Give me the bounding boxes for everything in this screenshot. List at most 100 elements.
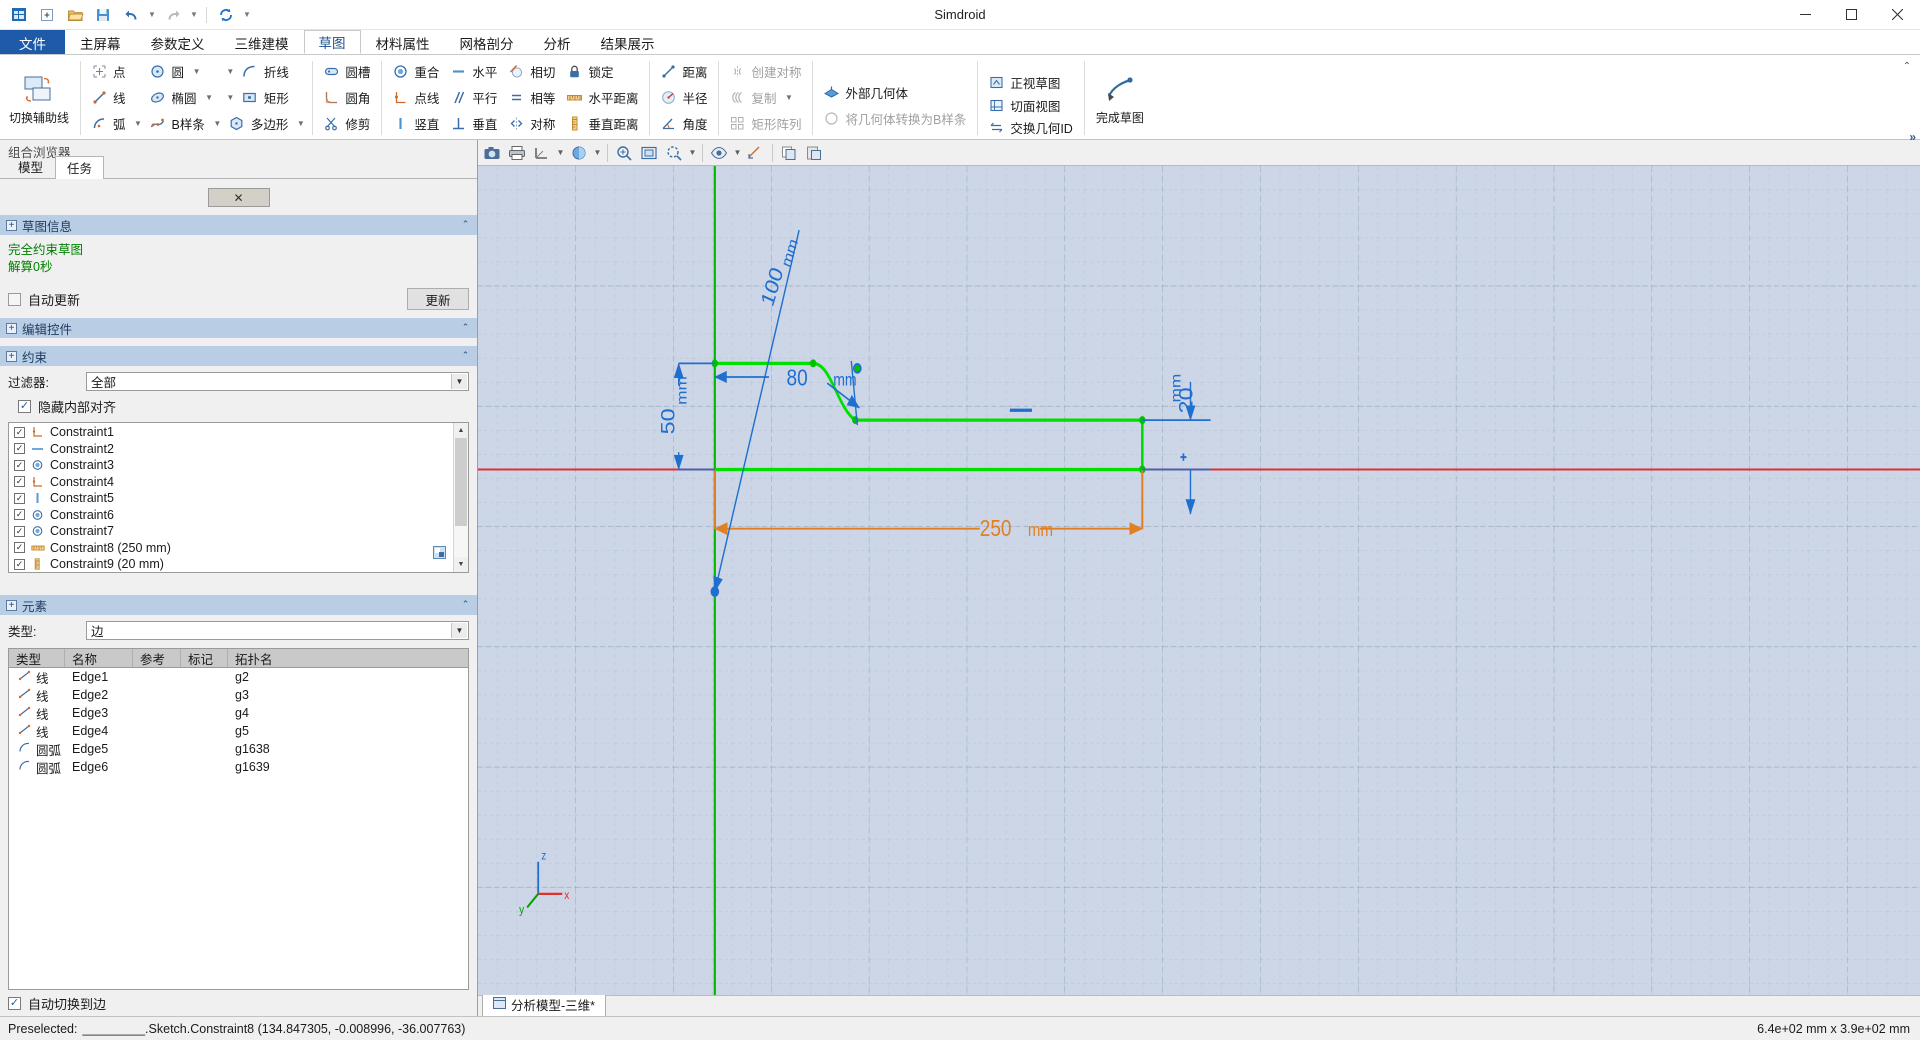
- constraint-horizontal-button[interactable]: 水平: [445, 58, 503, 84]
- undo-button[interactable]: [118, 3, 144, 27]
- zoom-fit-icon[interactable]: [612, 141, 636, 165]
- dimension-angle-button[interactable]: 角度: [655, 110, 713, 136]
- external-geometry-button[interactable]: 外部几何体: [818, 79, 972, 105]
- table-row[interactable]: 圆弧 Edge5 g1638: [9, 740, 468, 758]
- draw-ellipse-button[interactable]: 椭圆: [145, 84, 203, 110]
- list-item[interactable]: ✓ Constraint2: [9, 441, 453, 458]
- front-view-sketch-button[interactable]: 正视草图: [983, 71, 1079, 94]
- table-row[interactable]: 线 Edge1 g2: [9, 668, 468, 686]
- list-item[interactable]: ✓ Constraint8 (250 mm): [9, 540, 453, 557]
- draw-line-button[interactable]: 线: [86, 84, 145, 110]
- auto-switch-row[interactable]: 自动切换到边: [8, 994, 469, 1013]
- draw-rectangle-button[interactable]: 矩形: [237, 84, 295, 110]
- constraint-checkbox[interactable]: ✓: [14, 443, 25, 455]
- toggle-construction-button[interactable]: 切换辅助线: [3, 57, 75, 139]
- sketch-info-header[interactable]: + 草图信息 ⌃: [0, 215, 477, 235]
- tab-sketch[interactable]: 草图: [303, 30, 361, 54]
- constraints-collapse-icon[interactable]: ⌃: [459, 349, 472, 362]
- list-item[interactable]: ✓ Constraint6: [9, 507, 453, 524]
- draw-polyline-pre-caret-icon[interactable]: ▼: [224, 58, 237, 84]
- constraint-parallel-button[interactable]: 平行: [445, 84, 503, 110]
- section-view-button[interactable]: 切面视图: [983, 94, 1079, 117]
- rect-array-button[interactable]: 矩形阵列: [724, 110, 807, 136]
- tab-home[interactable]: 主屏幕: [65, 30, 136, 54]
- swap-geometry-id-button[interactable]: 交换几何ID: [983, 116, 1079, 139]
- tab-3d-modeling[interactable]: 三维建模: [220, 30, 304, 54]
- scroll-thumb[interactable]: [455, 438, 467, 526]
- axis-dropdown-icon[interactable]: ▼: [555, 141, 566, 165]
- zoom-box-icon[interactable]: [637, 141, 661, 165]
- dimension-radius-button[interactable]: 半径: [655, 84, 713, 110]
- column-header-mark[interactable]: 标记: [181, 649, 228, 667]
- tab-results[interactable]: 结果展示: [586, 30, 670, 54]
- constraint-checkbox[interactable]: ✓: [14, 476, 25, 488]
- draw-point-button[interactable]: 点: [86, 58, 145, 84]
- maximize-button[interactable]: [1828, 0, 1874, 30]
- panel-close-button[interactable]: ✕: [207, 188, 270, 207]
- hide-internal-alignment-row[interactable]: 隐藏内部对齐: [0, 395, 477, 418]
- qat-more-icon[interactable]: ▼: [241, 3, 253, 27]
- table-row[interactable]: 线 Edge2 g3: [9, 686, 468, 704]
- draw-arc-button[interactable]: 弧: [86, 110, 132, 136]
- update-button[interactable]: 更新: [407, 288, 469, 310]
- tab-mesh[interactable]: 网格剖分: [445, 30, 529, 54]
- draw-bspline-button[interactable]: B样条: [145, 110, 211, 136]
- color-sphere-icon[interactable]: [567, 141, 591, 165]
- chevron-down-icon[interactable]: ▼: [451, 374, 467, 389]
- tab-analysis[interactable]: 分析: [529, 30, 586, 54]
- constraint-checkbox[interactable]: ✓: [14, 558, 25, 570]
- tab-parameters[interactable]: 参数定义: [136, 30, 220, 54]
- eye-dropdown-icon[interactable]: ▼: [732, 141, 743, 165]
- axis-icon[interactable]: [530, 141, 554, 165]
- constraint-checkbox[interactable]: ✓: [14, 459, 25, 471]
- constraint-tangent-button[interactable]: 相切: [503, 58, 561, 84]
- auto-switch-checkbox[interactable]: [8, 997, 21, 1010]
- edit-widget-collapse-icon[interactable]: ⌃: [459, 321, 472, 334]
- draw-polyline-button[interactable]: 折线: [237, 58, 295, 84]
- measure-icon[interactable]: [744, 141, 768, 165]
- fillet-button[interactable]: 圆角: [318, 84, 376, 110]
- paste-view-icon[interactable]: [802, 141, 826, 165]
- undo-dropdown-icon[interactable]: ▼: [146, 3, 158, 27]
- column-header-type[interactable]: 类型: [9, 649, 65, 667]
- redo-dropdown-icon[interactable]: ▼: [188, 3, 200, 27]
- print-icon[interactable]: [505, 141, 529, 165]
- scroll-up-icon[interactable]: ▲: [454, 423, 468, 438]
- constraint-pointline-button[interactable]: 点线: [387, 84, 445, 110]
- tab-file[interactable]: 文件: [0, 30, 65, 54]
- constraints-scrollbar[interactable]: ▲ ▼: [453, 423, 468, 572]
- sketch-info-collapse-icon[interactable]: ⌃: [459, 218, 472, 231]
- constraint-checkbox[interactable]: ✓: [14, 525, 25, 537]
- constraint-lock-button[interactable]: 锁定: [561, 58, 644, 84]
- minimize-button[interactable]: [1782, 0, 1828, 30]
- close-button[interactable]: [1874, 0, 1920, 30]
- auto-update-checkbox-row[interactable]: 自动更新: [8, 290, 80, 309]
- redo-button[interactable]: [160, 3, 186, 27]
- constraint-checkbox[interactable]: ✓: [14, 509, 25, 521]
- hide-internal-alignment-checkbox[interactable]: [18, 400, 31, 413]
- constraint-checkbox[interactable]: ✓: [14, 492, 25, 504]
- element-type-select[interactable]: 边 ▼: [86, 621, 469, 640]
- panel-tab-task[interactable]: 任务: [55, 156, 105, 179]
- copy-view-icon[interactable]: [777, 141, 801, 165]
- table-row[interactable]: 线 Edge3 g4: [9, 704, 468, 722]
- save-button[interactable]: [90, 3, 116, 27]
- chevron-down-icon[interactable]: ▼: [451, 623, 467, 638]
- camera-icon[interactable]: [480, 141, 504, 165]
- list-item[interactable]: ✓ Constraint9 (20 mm): [9, 556, 453, 572]
- scroll-down-icon[interactable]: ▼: [454, 557, 468, 572]
- draw-circle-button[interactable]: 圆: [145, 58, 191, 84]
- constraint-symmetric-button[interactable]: 对称: [503, 110, 561, 136]
- sketch-info-expander-icon[interactable]: +: [6, 219, 17, 231]
- edit-widget-header[interactable]: + 编辑控件 ⌃: [0, 318, 477, 338]
- create-mirror-button[interactable]: 创建对称: [724, 58, 807, 84]
- tab-material[interactable]: 材料属性: [361, 30, 445, 54]
- draw-arc-dropdown-icon[interactable]: ▼: [132, 110, 145, 136]
- constraint-vertical-button[interactable]: 竖直: [387, 110, 445, 136]
- scroll-track[interactable]: [454, 438, 468, 557]
- list-item[interactable]: ✓ Constraint4: [9, 474, 453, 491]
- constraint-equal-button[interactable]: 相等: [503, 84, 561, 110]
- constraint-perpendicular-button[interactable]: 垂直: [445, 110, 503, 136]
- eye-icon[interactable]: [707, 141, 731, 165]
- draw-ellipse-dropdown-icon[interactable]: ▼: [203, 84, 216, 110]
